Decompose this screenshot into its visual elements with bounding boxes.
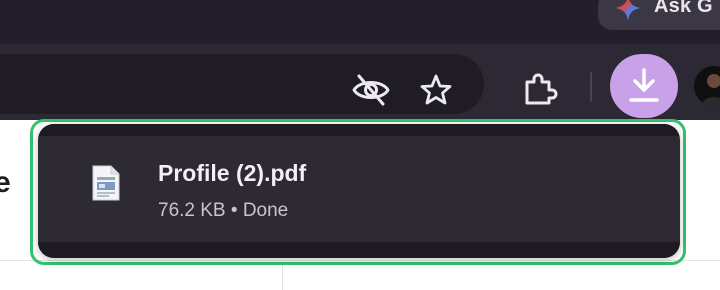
download-status-text: Done (242, 200, 289, 221)
pdf-file-icon (90, 164, 122, 202)
download-status: 76.2 KB • Done (158, 200, 288, 222)
gemini-star-icon (614, 0, 642, 22)
download-item[interactable]: Profile (2).pdf 76.2 KB • Done (38, 136, 680, 242)
star-icon[interactable] (416, 70, 456, 110)
ask-gemini-button[interactable]: Ask G (598, 0, 720, 30)
download-bubble: Profile (2).pdf 76.2 KB • Done (38, 124, 680, 258)
bubble-footer-band (38, 242, 680, 258)
ask-button-label: Ask G (654, 0, 713, 17)
toolbar (0, 44, 720, 120)
download-size: 76.2 KB (158, 200, 226, 221)
downloads-button[interactable] (610, 54, 678, 118)
address-bar[interactable] (0, 54, 484, 114)
toolbar-divider (590, 72, 592, 102)
tab-strip: Ask G (0, 0, 720, 44)
status-separator: • (230, 200, 238, 221)
download-file-name: Profile (2).pdf (158, 160, 307, 186)
profile-avatar[interactable] (694, 66, 720, 106)
page-column-divider (282, 262, 283, 290)
bubble-header-band (38, 124, 680, 136)
puzzle-icon[interactable] (518, 68, 560, 110)
download-icon (624, 66, 664, 106)
eye-off-icon[interactable] (350, 72, 392, 108)
page-text-fragment: e (0, 166, 11, 199)
